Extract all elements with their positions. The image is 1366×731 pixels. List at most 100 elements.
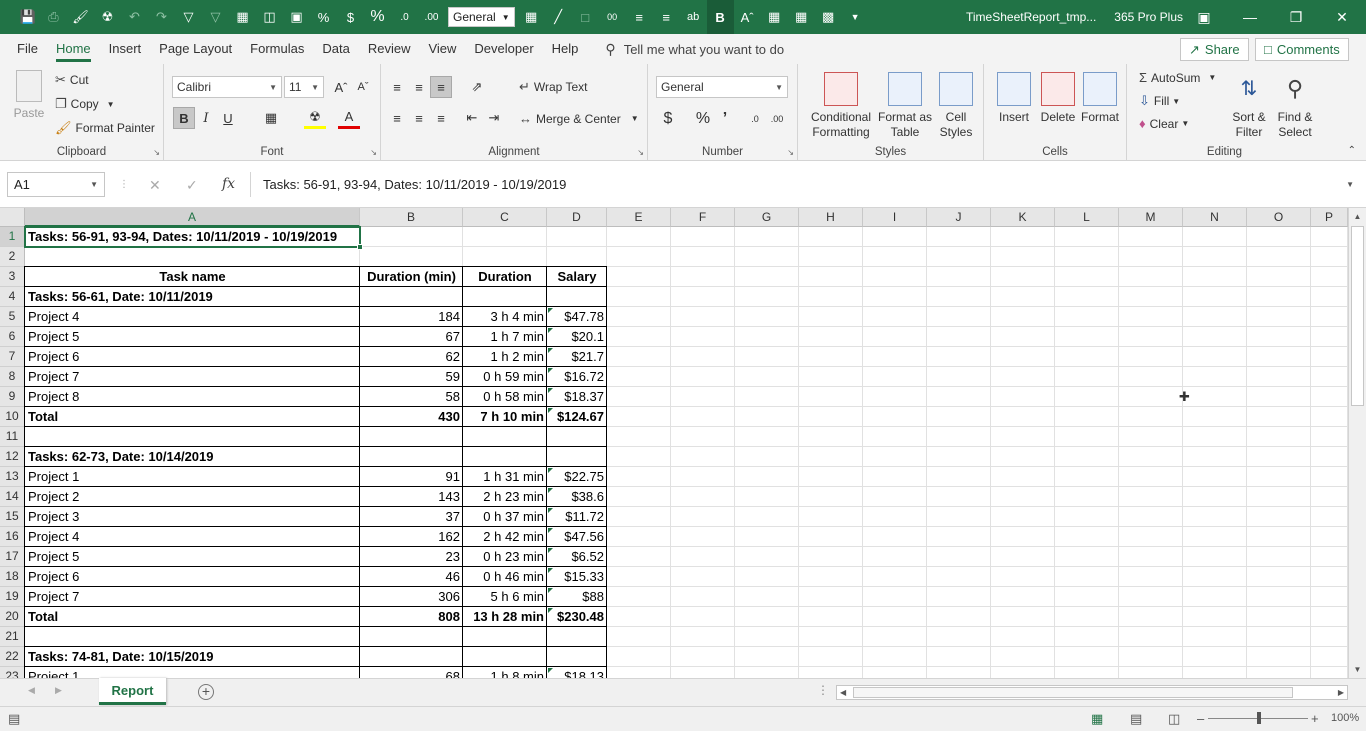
- column-header-p[interactable]: P: [1311, 208, 1348, 227]
- column-header-m[interactable]: M: [1119, 208, 1183, 227]
- percent-style-qat-icon[interactable]: %: [310, 0, 337, 34]
- ribbon-display-icon[interactable]: ▣: [1181, 0, 1227, 34]
- total-duration-min-cell[interactable]: 808: [360, 607, 463, 627]
- column-header-f[interactable]: F: [671, 208, 735, 227]
- clear-filter-icon[interactable]: ▽: [202, 0, 229, 34]
- print-icon[interactable]: ⎙: [40, 0, 67, 34]
- increase-indent-icon[interactable]: ⇥: [483, 107, 505, 129]
- row-header-12[interactable]: 12: [0, 447, 25, 467]
- number-format-combo[interactable]: General ▼: [656, 76, 788, 98]
- percent-icon[interactable]: %: [692, 108, 714, 130]
- insert-function-icon[interactable]: fx: [222, 176, 235, 192]
- vertical-scrollbar[interactable]: ▲ ▼: [1348, 208, 1366, 678]
- column-header-n[interactable]: N: [1183, 208, 1247, 227]
- format-painter-button[interactable]: 🖌 Format Painter: [55, 120, 155, 136]
- row-header-10[interactable]: 10: [0, 407, 25, 427]
- select-all-icon[interactable]: ▦: [229, 0, 256, 34]
- shape-icon[interactable]: □: [572, 0, 599, 34]
- salary-cell[interactable]: $18.13: [547, 667, 607, 678]
- column-header-i[interactable]: I: [863, 208, 927, 227]
- total-label-cell[interactable]: Total: [25, 407, 360, 427]
- column-header-d[interactable]: D: [547, 208, 607, 227]
- enter-icon[interactable]: ✓: [186, 177, 198, 194]
- column-header-h[interactable]: H: [799, 208, 863, 227]
- row-header-13[interactable]: 13: [0, 467, 25, 487]
- task-name-cell[interactable]: Project 2: [25, 487, 360, 507]
- sort-filter-button[interactable]: ⇅ Sort & Filter: [1227, 72, 1271, 140]
- row-header-23[interactable]: 23: [0, 667, 25, 678]
- table-header[interactable]: Duration (min): [360, 267, 463, 287]
- salary-cell[interactable]: $38.6: [547, 487, 607, 507]
- row-header-20[interactable]: 20: [0, 607, 25, 627]
- duration-cell[interactable]: 2 h 23 min: [463, 487, 547, 507]
- decrease-indent-icon[interactable]: ⇤: [461, 107, 483, 129]
- table-header[interactable]: Duration: [463, 267, 547, 287]
- font-size-combo[interactable]: 11 ▼: [284, 76, 324, 98]
- horizontal-scrollbar[interactable]: ◀ ▶: [836, 685, 1348, 700]
- duration-min-cell[interactable]: 162: [360, 527, 463, 547]
- duration-cell[interactable]: 0 h 58 min: [463, 387, 547, 407]
- duration-min-cell[interactable]: 306: [360, 587, 463, 607]
- task-name-cell[interactable]: Project 4: [25, 527, 360, 547]
- salary-cell[interactable]: $18.37: [547, 387, 607, 407]
- task-name-cell[interactable]: Project 8: [25, 387, 360, 407]
- number-box-icon[interactable]: 00: [599, 0, 626, 34]
- percent-qat-icon[interactable]: %: [364, 0, 391, 34]
- autosum-button[interactable]: Σ AutoSum ▼: [1139, 70, 1216, 85]
- decrease-decimal-icon[interactable]: .00: [766, 108, 788, 130]
- salary-cell[interactable]: $21.7: [547, 347, 607, 367]
- launcher-icon[interactable]: ↘: [637, 148, 644, 157]
- bold-icon[interactable]: B: [173, 107, 195, 129]
- task-name-cell[interactable]: Project 6: [25, 347, 360, 367]
- horizontal-scroll-thumb[interactable]: [853, 687, 1293, 698]
- launcher-icon[interactable]: ↘: [153, 148, 160, 157]
- borders-qat-icon[interactable]: ◫: [256, 0, 283, 34]
- duration-min-cell[interactable]: 91: [360, 467, 463, 487]
- page-break-view-icon[interactable]: ◫: [1168, 711, 1180, 727]
- salary-cell[interactable]: $47.56: [547, 527, 607, 547]
- duration-cell[interactable]: 3 h 4 min: [463, 307, 547, 327]
- scroll-left-icon[interactable]: ◀: [840, 686, 846, 699]
- duration-min-cell[interactable]: 23: [360, 547, 463, 567]
- column-header-e[interactable]: E: [607, 208, 671, 227]
- row-header-7[interactable]: 7: [0, 347, 25, 367]
- font-grow-qat-icon[interactable]: Aˆ: [734, 0, 761, 34]
- column-header-l[interactable]: L: [1055, 208, 1119, 227]
- tab-review[interactable]: Review: [359, 34, 420, 64]
- task-name-cell[interactable]: Project 5: [25, 327, 360, 347]
- task-name-cell[interactable]: Project 6: [25, 567, 360, 587]
- conditional-formatting-button[interactable]: Conditional Formatting: [806, 72, 876, 140]
- spelling-qat-icon[interactable]: ab: [680, 0, 707, 34]
- filter-icon[interactable]: ▽: [175, 0, 202, 34]
- cut-button[interactable]: ✂ Cut: [55, 72, 89, 88]
- row-header-8[interactable]: 8: [0, 367, 25, 387]
- zoom-out-icon[interactable]: –: [1197, 711, 1204, 726]
- total-duration-min-cell[interactable]: 430: [360, 407, 463, 427]
- comments-button[interactable]: □ Comments: [1255, 38, 1349, 61]
- table-header[interactable]: Salary: [547, 267, 607, 287]
- salary-cell[interactable]: $15.33: [547, 567, 607, 587]
- duration-cell[interactable]: 5 h 6 min: [463, 587, 547, 607]
- vertical-scroll-thumb[interactable]: [1351, 226, 1364, 406]
- merge-center-button[interactable]: ↔ Merge & Center ▼: [519, 111, 639, 126]
- save-icon[interactable]: 💾: [16, 0, 40, 34]
- select-all-corner[interactable]: [0, 208, 25, 227]
- bold-qat-icon[interactable]: B: [706, 0, 734, 34]
- column-header-j[interactable]: J: [927, 208, 991, 227]
- row-header-14[interactable]: 14: [0, 487, 25, 507]
- group-title[interactable]: Tasks: 56-61, Date: 10/11/2019: [25, 287, 360, 307]
- row-header-1[interactable]: 1: [0, 227, 25, 247]
- task-name-cell[interactable]: Project 5: [25, 547, 360, 567]
- underline-icon[interactable]: U: [217, 107, 239, 129]
- task-name-cell[interactable]: Project 7: [25, 367, 360, 387]
- format-as-table-button[interactable]: Format as Table: [878, 72, 932, 140]
- task-name-cell[interactable]: Project 1: [25, 667, 360, 678]
- align-top-icon[interactable]: ≡: [386, 76, 408, 98]
- tab-data[interactable]: Data: [313, 34, 358, 64]
- redo-icon[interactable]: ↷: [148, 0, 175, 34]
- increase-decimal-qat-icon[interactable]: .0: [391, 0, 418, 34]
- total-duration-cell[interactable]: 7 h 10 min: [463, 407, 547, 427]
- column-header-o[interactable]: O: [1247, 208, 1311, 227]
- italic-icon[interactable]: I: [195, 107, 217, 129]
- tab-insert[interactable]: Insert: [100, 34, 151, 64]
